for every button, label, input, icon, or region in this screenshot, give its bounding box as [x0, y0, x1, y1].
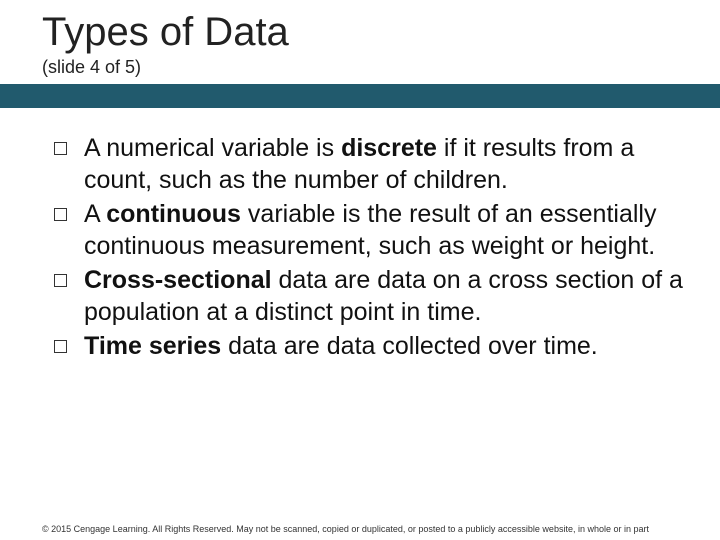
text-post: data are data collected over time. [221, 332, 598, 360]
list-item: A continuous variable is the result of a… [50, 198, 690, 262]
text-pre: A numerical variable is [84, 134, 341, 162]
bullet-list: A numerical variable is discrete if it r… [50, 132, 690, 362]
text-bold: discrete [341, 134, 437, 162]
content-area: A numerical variable is discrete if it r… [0, 108, 720, 362]
text-bold: Cross-sectional [84, 266, 272, 294]
list-item: A numerical variable is discrete if it r… [50, 132, 690, 196]
list-item: Cross-sectional data are data on a cross… [50, 264, 690, 328]
copyright-footer: © 2015 Cengage Learning. All Rights Rese… [42, 524, 690, 534]
text-bold: continuous [106, 200, 241, 228]
title-area: Types of Data (slide 4 of 5) [0, 0, 720, 78]
slide-title: Types of Data [42, 10, 720, 55]
list-item: Time series data are data collected over… [50, 330, 690, 362]
slide-subtitle: (slide 4 of 5) [42, 57, 720, 78]
text-bold: Time series [84, 332, 221, 360]
text-pre: A [84, 200, 106, 228]
accent-bar [0, 84, 720, 108]
